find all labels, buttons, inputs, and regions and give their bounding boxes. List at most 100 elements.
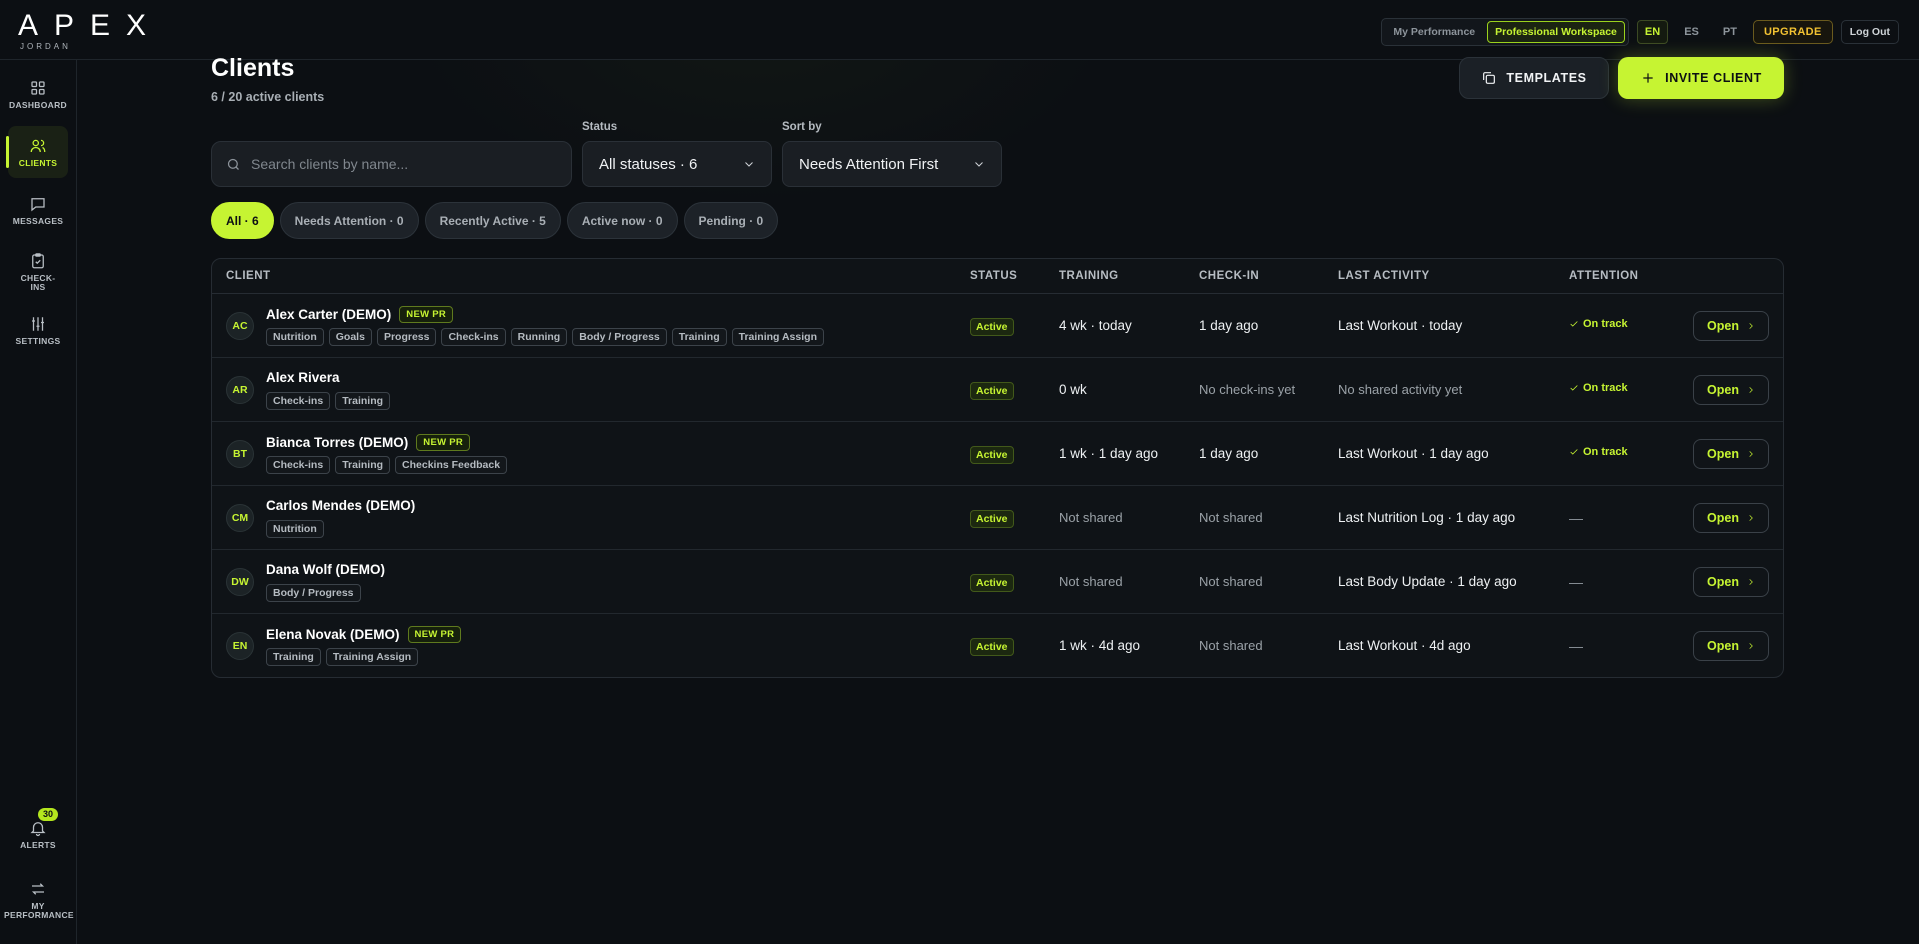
table-row[interactable]: EN Elena Novak (DEMO) NEW PR Training Traini… bbox=[212, 614, 1783, 677]
check-in-cell: Not shared bbox=[1199, 510, 1263, 525]
pill-recently-active[interactable]: Recently Active · 5 bbox=[424, 202, 561, 239]
chevron-right-icon bbox=[1749, 451, 1753, 457]
client-tag: Training bbox=[671, 328, 727, 346]
last-activity-cell: Last Body Update · 1 day ago bbox=[1338, 574, 1517, 589]
attention-cell: — bbox=[1569, 510, 1583, 526]
sidebar-item-settings[interactable]: SETTINGS bbox=[8, 304, 68, 356]
open-label: Open bbox=[1707, 383, 1739, 397]
check-in-cell: 1 day ago bbox=[1199, 446, 1259, 461]
sidebar-item-label: CLIENTS bbox=[18, 157, 58, 168]
search-input[interactable] bbox=[251, 156, 551, 172]
client-tag: Training Assign bbox=[325, 648, 419, 666]
open-client-button[interactable]: Open bbox=[1693, 503, 1769, 533]
status-select[interactable]: All statuses · 6 bbox=[582, 141, 772, 187]
search-field[interactable] bbox=[211, 141, 572, 187]
clipboard-icon bbox=[32, 253, 44, 269]
training-cell: Not shared bbox=[1059, 574, 1123, 589]
mode-professional-workspace[interactable]: Professional Workspace bbox=[1487, 21, 1625, 43]
sidebar-item-alerts[interactable]: ALERTS 30 bbox=[8, 808, 68, 860]
header-training: TRAINING bbox=[1059, 270, 1119, 282]
client-tags: Check-ins Training Checkins Feedback bbox=[266, 456, 508, 474]
check-in-cell: Not shared bbox=[1199, 574, 1263, 589]
last-activity-cell: Last Nutrition Log · 1 day ago bbox=[1338, 510, 1516, 525]
alerts-count-badge: 30 bbox=[37, 808, 58, 821]
client-name[interactable]: Carlos Mendes (DEMO) bbox=[266, 498, 415, 513]
sidebar-item-clients[interactable]: CLIENTS bbox=[6, 126, 68, 178]
client-tags: Check-ins Training bbox=[266, 392, 391, 410]
table-row[interactable]: DW Dana Wolf (DEMO) Body / Progress Active N… bbox=[212, 550, 1783, 614]
open-client-button[interactable]: Open bbox=[1693, 439, 1769, 469]
open-client-button[interactable]: Open bbox=[1693, 375, 1769, 405]
logo-word: APEX bbox=[18, 9, 163, 42]
open-client-button[interactable]: Open bbox=[1693, 631, 1769, 661]
header-last-activity: LAST ACTIVITY bbox=[1338, 270, 1430, 282]
training-cell: 0 wk bbox=[1059, 382, 1087, 397]
status-filter-label: Status bbox=[582, 121, 618, 133]
sidebar-item-messages[interactable]: MESSAGES bbox=[8, 184, 68, 236]
logout-button[interactable]: Log Out bbox=[1840, 20, 1899, 44]
templates-button[interactable]: TEMPLATES bbox=[1459, 57, 1609, 99]
table-row[interactable]: AR Alex Rivera Check-ins Training Active 0 wk… bbox=[212, 358, 1783, 422]
attention-cell: On track bbox=[1569, 382, 1628, 394]
lang-es[interactable]: ES bbox=[1676, 20, 1707, 44]
table-header: CLIENT STATUS TRAINING CHECK-IN LAST ACT… bbox=[212, 259, 1783, 294]
logo-sub: JORDAN bbox=[20, 42, 71, 51]
client-name-line: Alex Rivera bbox=[266, 370, 340, 385]
open-client-button[interactable]: Open bbox=[1693, 311, 1769, 341]
chevron-down-icon bbox=[745, 162, 753, 167]
last-activity-cell: No shared activity yet bbox=[1338, 382, 1463, 397]
open-client-button[interactable]: Open bbox=[1693, 567, 1769, 597]
avatar: BT bbox=[226, 440, 254, 468]
lang-en[interactable]: EN bbox=[1636, 20, 1669, 44]
pill-pending[interactable]: Pending · 0 bbox=[683, 202, 779, 239]
top-right-controls: My Performance Professional Workspace EN… bbox=[1381, 18, 1899, 46]
upgrade-button[interactable]: UPGRADE bbox=[1752, 20, 1833, 44]
client-name[interactable]: Bianca Torres (DEMO) bbox=[266, 435, 408, 450]
switch-icon bbox=[31, 883, 45, 895]
avatar: DW bbox=[226, 568, 254, 596]
pill-active-now[interactable]: Active now · 0 bbox=[566, 202, 678, 239]
sort-select-value: Needs Attention First bbox=[799, 155, 939, 173]
last-activity-cell: Last Workout · today bbox=[1338, 318, 1463, 333]
apex-logo[interactable]: APEX JORDAN bbox=[18, 9, 163, 52]
open-label: Open bbox=[1707, 511, 1739, 525]
last-activity-cell: Last Workout · 1 day ago bbox=[1338, 446, 1489, 461]
sidebar-item-my-performance[interactable]: MY PERFORMANCE bbox=[4, 870, 74, 930]
invite-label: INVITE CLIENT bbox=[1665, 71, 1762, 85]
table-row[interactable]: BT Bianca Torres (DEMO) NEW PR Check-ins Tra… bbox=[212, 422, 1783, 486]
new-pr-badge: NEW PR bbox=[416, 434, 471, 451]
table-row[interactable]: AC Alex Carter (DEMO) NEW PR Nutrition Goals… bbox=[212, 294, 1783, 358]
avatar: AR bbox=[226, 376, 254, 404]
training-cell: Not shared bbox=[1059, 510, 1123, 525]
client-tag: Training bbox=[335, 456, 391, 474]
client-name[interactable]: Dana Wolf (DEMO) bbox=[266, 562, 385, 577]
chevron-right-icon bbox=[1749, 515, 1753, 521]
sidebar-item-dashboard[interactable]: DASHBOARD bbox=[8, 68, 68, 120]
pill-all[interactable]: All · 6 bbox=[211, 202, 274, 239]
invite-client-button[interactable]: INVITE CLIENT bbox=[1618, 57, 1784, 99]
mode-my-performance[interactable]: My Performance bbox=[1385, 21, 1483, 43]
client-name[interactable]: Alex Rivera bbox=[266, 370, 340, 385]
header-client: CLIENT bbox=[226, 270, 271, 282]
pill-needs-attention[interactable]: Needs Attention · 0 bbox=[279, 202, 419, 239]
mode-switch: My Performance Professional Workspace bbox=[1381, 18, 1629, 46]
client-name-line: Bianca Torres (DEMO) NEW PR bbox=[266, 434, 471, 451]
attention-text: — bbox=[1569, 638, 1583, 654]
sidebar-item-label: MY PERFORMANCE bbox=[4, 901, 74, 920]
check-icon bbox=[1570, 449, 1578, 455]
status-select-value: All statuses · 6 bbox=[599, 155, 698, 173]
table-row[interactable]: CM Carlos Mendes (DEMO) Nutrition Active Not… bbox=[212, 486, 1783, 550]
sidebar-item-check-ins[interactable]: CHECK-INS bbox=[8, 242, 68, 302]
plus-icon bbox=[1643, 73, 1653, 83]
client-name[interactable]: Elena Novak (DEMO) bbox=[266, 627, 400, 642]
lang-pt[interactable]: PT bbox=[1715, 20, 1745, 44]
client-tags: Nutrition bbox=[266, 520, 324, 538]
client-name[interactable]: Alex Carter (DEMO) bbox=[266, 307, 391, 322]
chevron-down-icon bbox=[975, 162, 983, 167]
attention-cell: — bbox=[1569, 638, 1583, 654]
copy-icon bbox=[1483, 72, 1496, 84]
sort-select[interactable]: Needs Attention First bbox=[782, 141, 1002, 187]
client-tag: Checkins Feedback bbox=[395, 456, 508, 474]
client-tag: Training Assign bbox=[731, 328, 824, 346]
grid-icon bbox=[31, 80, 45, 95]
